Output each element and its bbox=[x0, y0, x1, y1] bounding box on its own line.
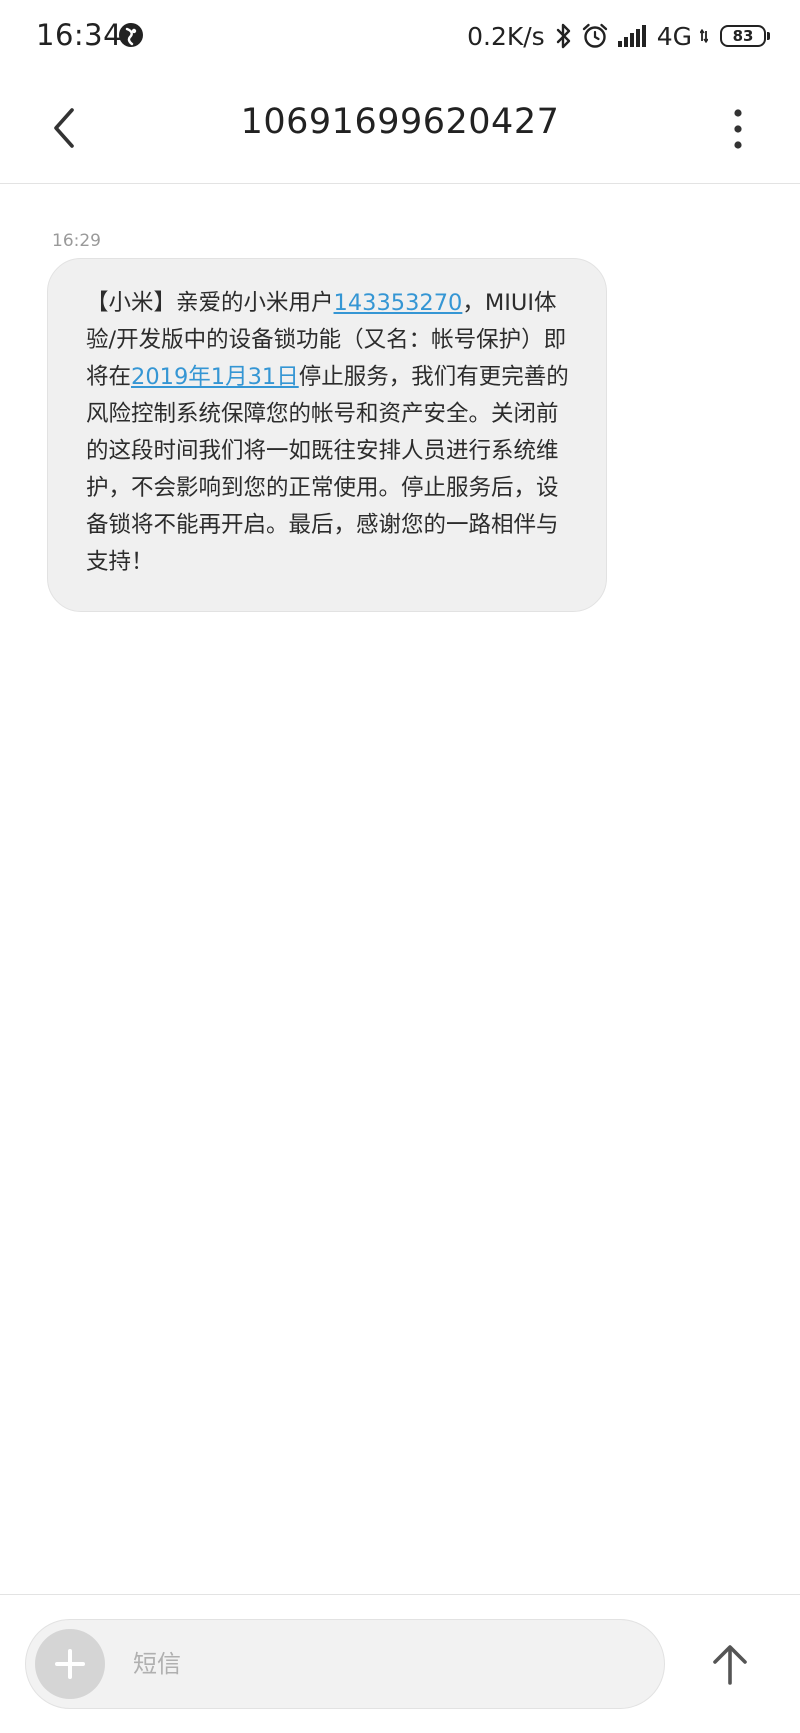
network-type: 4G bbox=[656, 21, 692, 51]
message-text: 停止服务，我们有更完善的风险控制系统保障您的帐号和资产安全。关闭前的这段时间我们… bbox=[86, 364, 569, 575]
net-speed: 0.2K/s bbox=[467, 21, 545, 51]
message-link-date[interactable]: 2019年1月31日 bbox=[131, 364, 299, 390]
conversation-header: 10691699620427 bbox=[0, 72, 800, 184]
status-bar: 16:34 0.2K/s 4G 83 bbox=[0, 0, 800, 72]
status-time: 16:34 bbox=[36, 18, 123, 52]
message-bubble[interactable]: 【小米】亲爱的小米用户143353270，MIUI体验/开发版中的设备锁功能（又… bbox=[47, 258, 607, 612]
bluetooth-icon bbox=[556, 23, 570, 49]
compose-bar bbox=[0, 1594, 800, 1733]
signal-icon bbox=[617, 25, 646, 47]
more-vertical-icon[interactable] bbox=[728, 108, 748, 150]
message-link-user-id[interactable]: 143353270 bbox=[334, 290, 463, 316]
compose-field-container bbox=[25, 1619, 665, 1709]
message-text: 【小米】亲爱的小米用户 bbox=[86, 290, 334, 316]
plus-icon[interactable] bbox=[35, 1629, 105, 1699]
alarm-icon bbox=[582, 23, 607, 48]
page-title: 10691699620427 bbox=[240, 102, 560, 142]
status-right-group: 0.2K/s 4G 83 bbox=[467, 18, 770, 54]
app-notification-icon bbox=[119, 23, 143, 47]
battery-icon: 83 bbox=[720, 25, 770, 47]
data-activity-icon bbox=[700, 29, 708, 43]
send-arrow-icon[interactable] bbox=[710, 1643, 750, 1687]
message-timestamp: 16:29 bbox=[52, 231, 101, 251]
sms-input[interactable] bbox=[133, 1642, 633, 1686]
message-list[interactable]: 16:29 【小米】亲爱的小米用户143353270，MIUI体验/开发版中的设… bbox=[0, 184, 800, 1594]
